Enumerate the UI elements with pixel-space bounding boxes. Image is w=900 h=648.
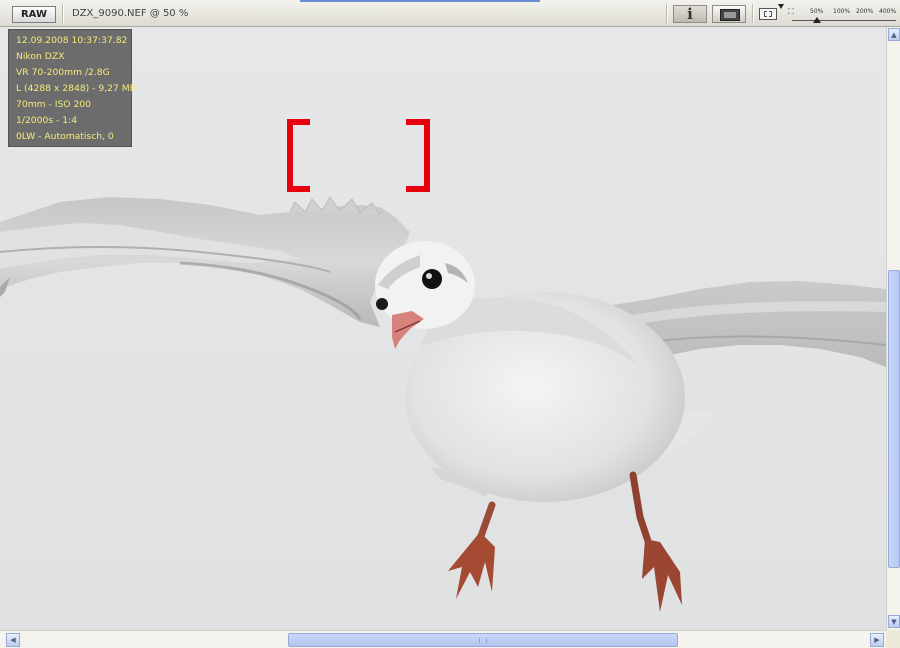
exif-focal-iso: 70mm - ISO 200 bbox=[16, 99, 91, 110]
image-viewport[interactable] bbox=[0, 27, 886, 630]
zoom-label-100[interactable]: 100% bbox=[833, 8, 850, 15]
zoom-label-400[interactable]: 400% bbox=[879, 8, 896, 15]
filmstrip-toggle-button[interactable] bbox=[712, 5, 746, 23]
horizontal-scrollbar[interactable]: ◀ ▶ bbox=[0, 630, 886, 648]
af-focus-frame bbox=[287, 119, 430, 192]
af-bracket-left bbox=[287, 119, 310, 192]
file-title: DZX_9090.NEF @ 50 % bbox=[72, 8, 189, 19]
scroll-right-button[interactable]: ▶ bbox=[870, 633, 884, 647]
exif-exposure: 1/2000s - 1:4 bbox=[16, 115, 78, 126]
zoom-slider-track[interactable] bbox=[792, 20, 896, 21]
info-toggle-button[interactable]: i bbox=[673, 5, 707, 23]
af-bracket-right bbox=[406, 119, 430, 192]
toolbar-accent-line bbox=[300, 0, 540, 2]
scroll-down-button[interactable]: ▼ bbox=[888, 615, 900, 628]
toolbar-separator bbox=[666, 4, 668, 23]
raw-button[interactable]: RAW bbox=[12, 6, 56, 23]
exif-datetime: 12.09.2008 10:37:37.82 bbox=[16, 35, 128, 46]
scrollbar-corner bbox=[886, 630, 900, 648]
horizontal-scroll-thumb[interactable] bbox=[288, 633, 678, 647]
zoom-slider-thumb[interactable] bbox=[813, 17, 821, 23]
zoom-out-icon[interactable]: ⛶ bbox=[788, 7, 798, 17]
exif-image-size: L (4288 x 2848) - 9,27 MB bbox=[16, 83, 137, 94]
toolbar: RAW DZX_9090.NEF @ 50 % i ⛶ 50% 100% 200… bbox=[0, 0, 900, 27]
vertical-scrollbar[interactable]: ▲ ▼ bbox=[886, 27, 900, 630]
zoom-label-50[interactable]: 50% bbox=[810, 8, 823, 15]
filmstrip-icon bbox=[720, 9, 740, 21]
exif-ev-whitebalance: 0LW - Automatisch, 0 bbox=[16, 131, 114, 142]
vertical-scroll-thumb[interactable] bbox=[888, 270, 900, 568]
info-icon: i bbox=[687, 5, 693, 23]
scroll-up-button[interactable]: ▲ bbox=[888, 28, 900, 41]
toolbar-separator bbox=[62, 4, 64, 23]
zoom-marker-icon bbox=[778, 4, 784, 9]
exif-camera: Nikon DZX bbox=[16, 51, 65, 62]
toolbar-separator bbox=[752, 4, 754, 23]
exif-info-overlay: 12.09.2008 10:37:37.82 Nikon DZX VR 70-2… bbox=[8, 29, 137, 147]
fit-to-window-button[interactable] bbox=[759, 8, 777, 20]
exif-lens: VR 70-200mm /2.8G bbox=[16, 67, 110, 78]
scroll-left-button[interactable]: ◀ bbox=[6, 633, 20, 647]
zoom-label-200[interactable]: 200% bbox=[856, 8, 873, 15]
